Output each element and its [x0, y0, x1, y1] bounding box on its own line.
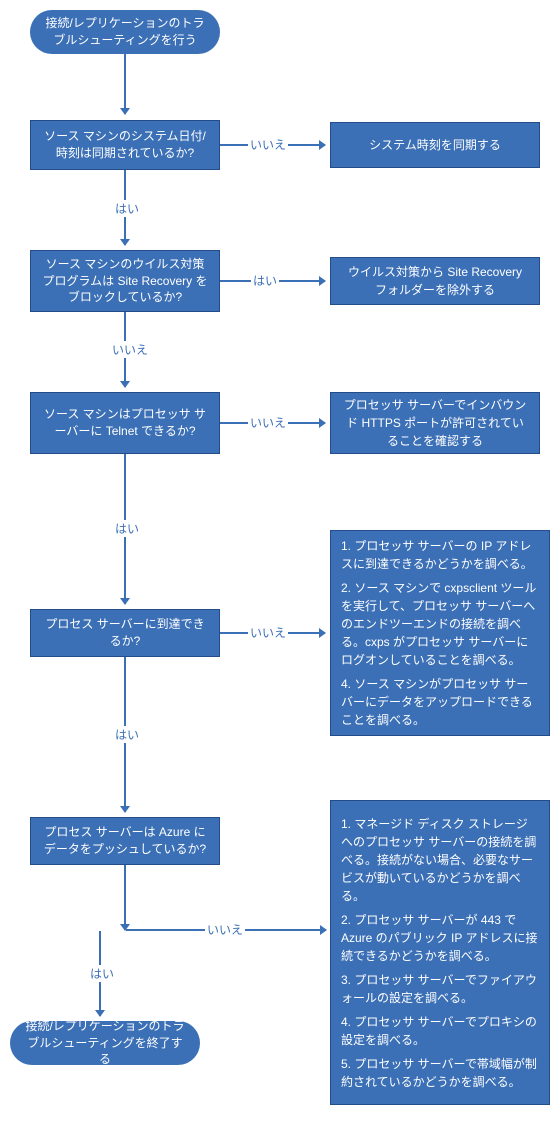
label-no: いいえ	[248, 624, 288, 641]
label-yes: はい	[251, 272, 279, 289]
a5-step4: 4. プロセッサ サーバーでプロキシの設定を調べる。	[341, 1013, 539, 1049]
label-yes: はい	[113, 726, 141, 743]
label-no: いいえ	[110, 341, 150, 358]
q5-push-azure: プロセス サーバーは Azure にデータをプッシュしているか?	[30, 817, 220, 865]
a5-step1: 1. マネージド ディスク ストレージへのプロセッサ サーバーの接続を調べる。接…	[341, 815, 539, 905]
q4-reach-server: プロセス サーバーに到達できるか?	[30, 609, 220, 657]
label-yes: はい	[88, 965, 116, 982]
q3-telnet: ソース マシンはプロセッサ サーバーに Telnet できるか?	[30, 392, 220, 454]
a5-step3: 3. プロセッサ サーバーでファイアウォールの設定を調べる。	[341, 971, 539, 1007]
end-terminal: 接続/レプリケーションのトラブルシューティングを終了する	[10, 1021, 200, 1065]
a4-reach-steps: 1. プロセッサ サーバーの IP アドレスに到達できるかどうかを調べる。 2.…	[330, 530, 550, 736]
a2-exclude-folder: ウイルス対策から Site Recovery フォルダーを除外する	[330, 257, 540, 305]
a5-step5: 5. プロセッサ サーバーで帯域幅が制約されているかどうかを調べる。	[341, 1055, 539, 1091]
label-no: いいえ	[248, 136, 288, 153]
arrow	[124, 865, 126, 930]
q2-antivirus: ソース マシンのウイルス対策プログラムは Site Recovery をブロック…	[30, 250, 220, 312]
a4-step3: 4. ソース マシンがプロセッサ サーバーにデータをアップロードできることを調べ…	[341, 675, 539, 729]
a3-inbound-https: プロセッサ サーバーでインバウンド HTTPS ポートが許可されていることを確認…	[330, 392, 540, 454]
label-no: いいえ	[248, 414, 288, 431]
a4-step2: 2. ソース マシンで cxpsclient ツールを実行して、プロセッサ サー…	[341, 579, 539, 669]
label-no: いいえ	[205, 921, 245, 938]
label-yes: はい	[113, 520, 141, 537]
start-terminal: 接続/レプリケーションのトラブルシューティングを行う	[30, 10, 220, 54]
a5-step2: 2. プロセッサ サーバーが 443 で Azure のパブリック IP アドレ…	[341, 911, 539, 965]
label-yes: はい	[113, 200, 141, 217]
arrow	[124, 54, 126, 114]
a5-azure-steps: 1. マネージド ディスク ストレージへのプロセッサ サーバーの接続を調べる。接…	[330, 800, 550, 1105]
a1-sync-time: システム時刻を同期する	[330, 122, 540, 168]
a4-step1: 1. プロセッサ サーバーの IP アドレスに到達できるかどうかを調べる。	[341, 537, 539, 573]
q1-system-date: ソース マシンのシステム日付/時刻は同期されているか?	[30, 120, 220, 170]
